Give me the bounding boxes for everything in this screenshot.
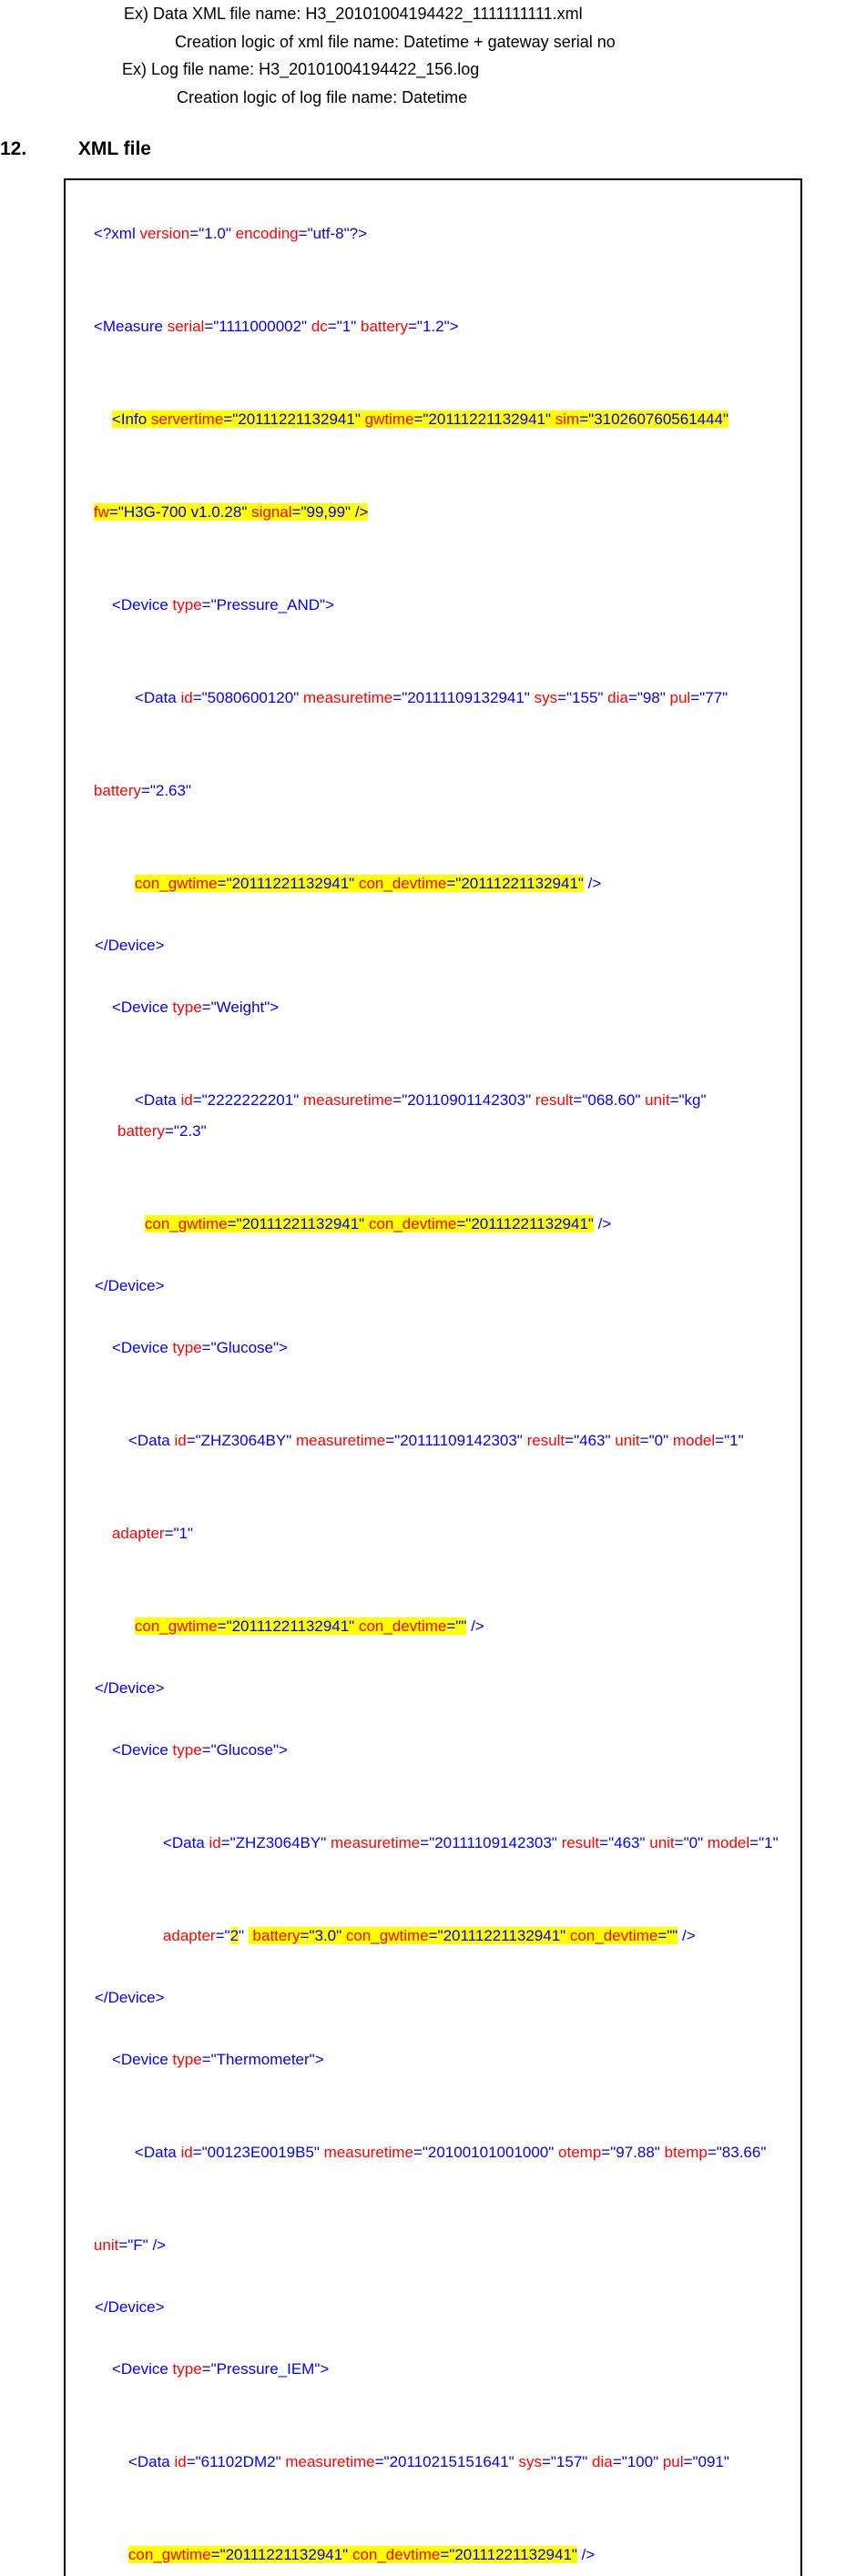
device-close: </Device> [95, 1271, 790, 1302]
intro-block: Ex) Data XML file name: H3_2010100419442… [0, 0, 866, 111]
section-header: 12. XML file [0, 138, 866, 160]
data-pressure-and-l2: battery="2.63" [76, 745, 790, 837]
section-title: XML file [78, 138, 151, 159]
data-weight: <Data id="2222222201" measuretime="20110… [117, 1054, 790, 1178]
device-pressure-and-open: <Device type="Pressure_AND"> [95, 559, 790, 652]
xml-declaration: <?xml version="1.0" encoding="utf-8"?> [76, 188, 790, 280]
device-close: </Device> [95, 1983, 790, 2013]
data-iem-l2: con_gwtime="20111221132941" con_devtime=… [111, 2509, 790, 2576]
data-pressure-and: <Data id="5080600120" measuretime="20111… [117, 652, 790, 745]
measure-open: <Measure serial="1111000002" dc="1" batt… [76, 280, 790, 373]
device-glucose-open: <Device type="Glucose"> [95, 1302, 790, 1394]
info-line1: <Info servertime="20111221132941" gwtime… [95, 373, 790, 466]
device-thermo-open: <Device type="Thermometer"> [95, 2013, 790, 2106]
device-iem-open: <Device type="Pressure_IEM"> [95, 2323, 790, 2416]
device-close: </Device> [95, 1673, 790, 1704]
device-glucose2-open: <Device type="Glucose"> [95, 1704, 790, 1797]
device-weight-open: <Device type="Weight"> [95, 961, 790, 1054]
data-pressure-and-l3: con_gwtime="20111221132941" con_devtime=… [117, 837, 790, 930]
data-glucose: <Data id="ZHZ3064BY" measuretime="201111… [111, 1394, 790, 1487]
data-glucose-l2: adapter="1" [95, 1487, 790, 1580]
data-glucose2: <Data id="ZHZ3064BY" measuretime="201111… [146, 1797, 790, 1890]
intro-l1: Ex) Data XML file name: H3_2010100419442… [124, 0, 866, 28]
device-close: </Device> [95, 930, 790, 961]
data-thermo: <Data id="00123E0019B5" measuretime="201… [117, 2106, 790, 2199]
intro-l4: Creation logic of log file name: Datetim… [177, 84, 866, 112]
data-weight-l2: con_gwtime="20111221132941" con_devtime=… [127, 1178, 790, 1271]
device-close: </Device> [95, 2292, 790, 2323]
data-glucose-l3: con_gwtime="20111221132941" con_devtime=… [117, 1580, 790, 1673]
data-iem: <Data id="61102DM2" measuretime="2011021… [111, 2416, 790, 2509]
section-number: 12. [0, 138, 73, 160]
data-glucose2-l2: adapter="2" battery="3.0" con_gwtime="20… [146, 1890, 790, 1983]
intro-l2: Creation logic of xml file name: Datetim… [175, 28, 866, 56]
data-thermo-l2: unit="F" /> [76, 2199, 790, 2292]
intro-l3: Ex) Log file name: H3_20101004194422_156… [122, 56, 866, 84]
info-line2: fw="H3G-700 v1.0.28" signal="99,99" /> [76, 466, 790, 559]
xml-box: <?xml version="1.0" encoding="utf-8"?> <… [64, 178, 802, 2576]
